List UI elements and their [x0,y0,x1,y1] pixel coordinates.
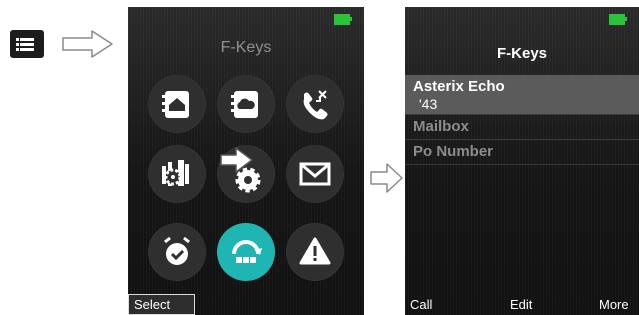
select-softkey[interactable]: Select [128,294,195,315]
f-keys-icon [232,240,262,263]
call-softkey[interactable]: Call [410,297,432,312]
fkeys-list-screen: F-Keys Asterix Echo '43 Mailbox Po Numbe… [405,7,639,315]
mail-icon [299,162,331,186]
call-log-icon [303,90,328,120]
app-contacts[interactable] [148,75,206,133]
phone-settings-icon [162,160,189,186]
cloud-contacts-icon [231,91,258,118]
battery-icon [334,14,350,25]
more-softkey[interactable]: More [599,297,629,312]
select-softkey-label: Select [134,297,171,312]
alarm-icon [164,236,190,265]
menu-list-icon [10,30,44,58]
right-arrow-outline-icon [220,147,253,173]
app-mail[interactable] [286,145,344,203]
app-phone-settings[interactable] [148,145,206,203]
list-item-number: '43 [419,96,438,112]
screen-title: F-Keys [496,45,548,62]
right-arrow-outline-icon [370,163,403,193]
contacts-icon [162,91,189,118]
app-alert[interactable] [286,223,344,281]
edit-softkey[interactable]: Edit [510,297,532,312]
app-f-keys[interactable] [217,223,275,281]
list-item-label: Asterix Echo [413,78,505,95]
list-item-label: Mailbox [413,118,469,135]
app-cloud-contacts[interactable] [217,75,275,133]
app-call-log[interactable] [286,75,344,133]
screen-title: F-Keys [220,39,272,56]
list-item-mailbox[interactable]: Mailbox [405,115,639,139]
alert-icon [299,237,331,265]
list-item-po-number[interactable]: Po Number [405,140,639,164]
right-arrow-outline-icon [62,30,113,58]
list-item-label: Po Number [413,143,494,160]
fkeys-menu-screen: F-Keys Select [128,7,364,315]
list-item-asterix-echo[interactable]: Asterix Echo '43 [405,75,639,114]
battery-icon [609,14,625,25]
app-alarm[interactable] [148,223,206,281]
